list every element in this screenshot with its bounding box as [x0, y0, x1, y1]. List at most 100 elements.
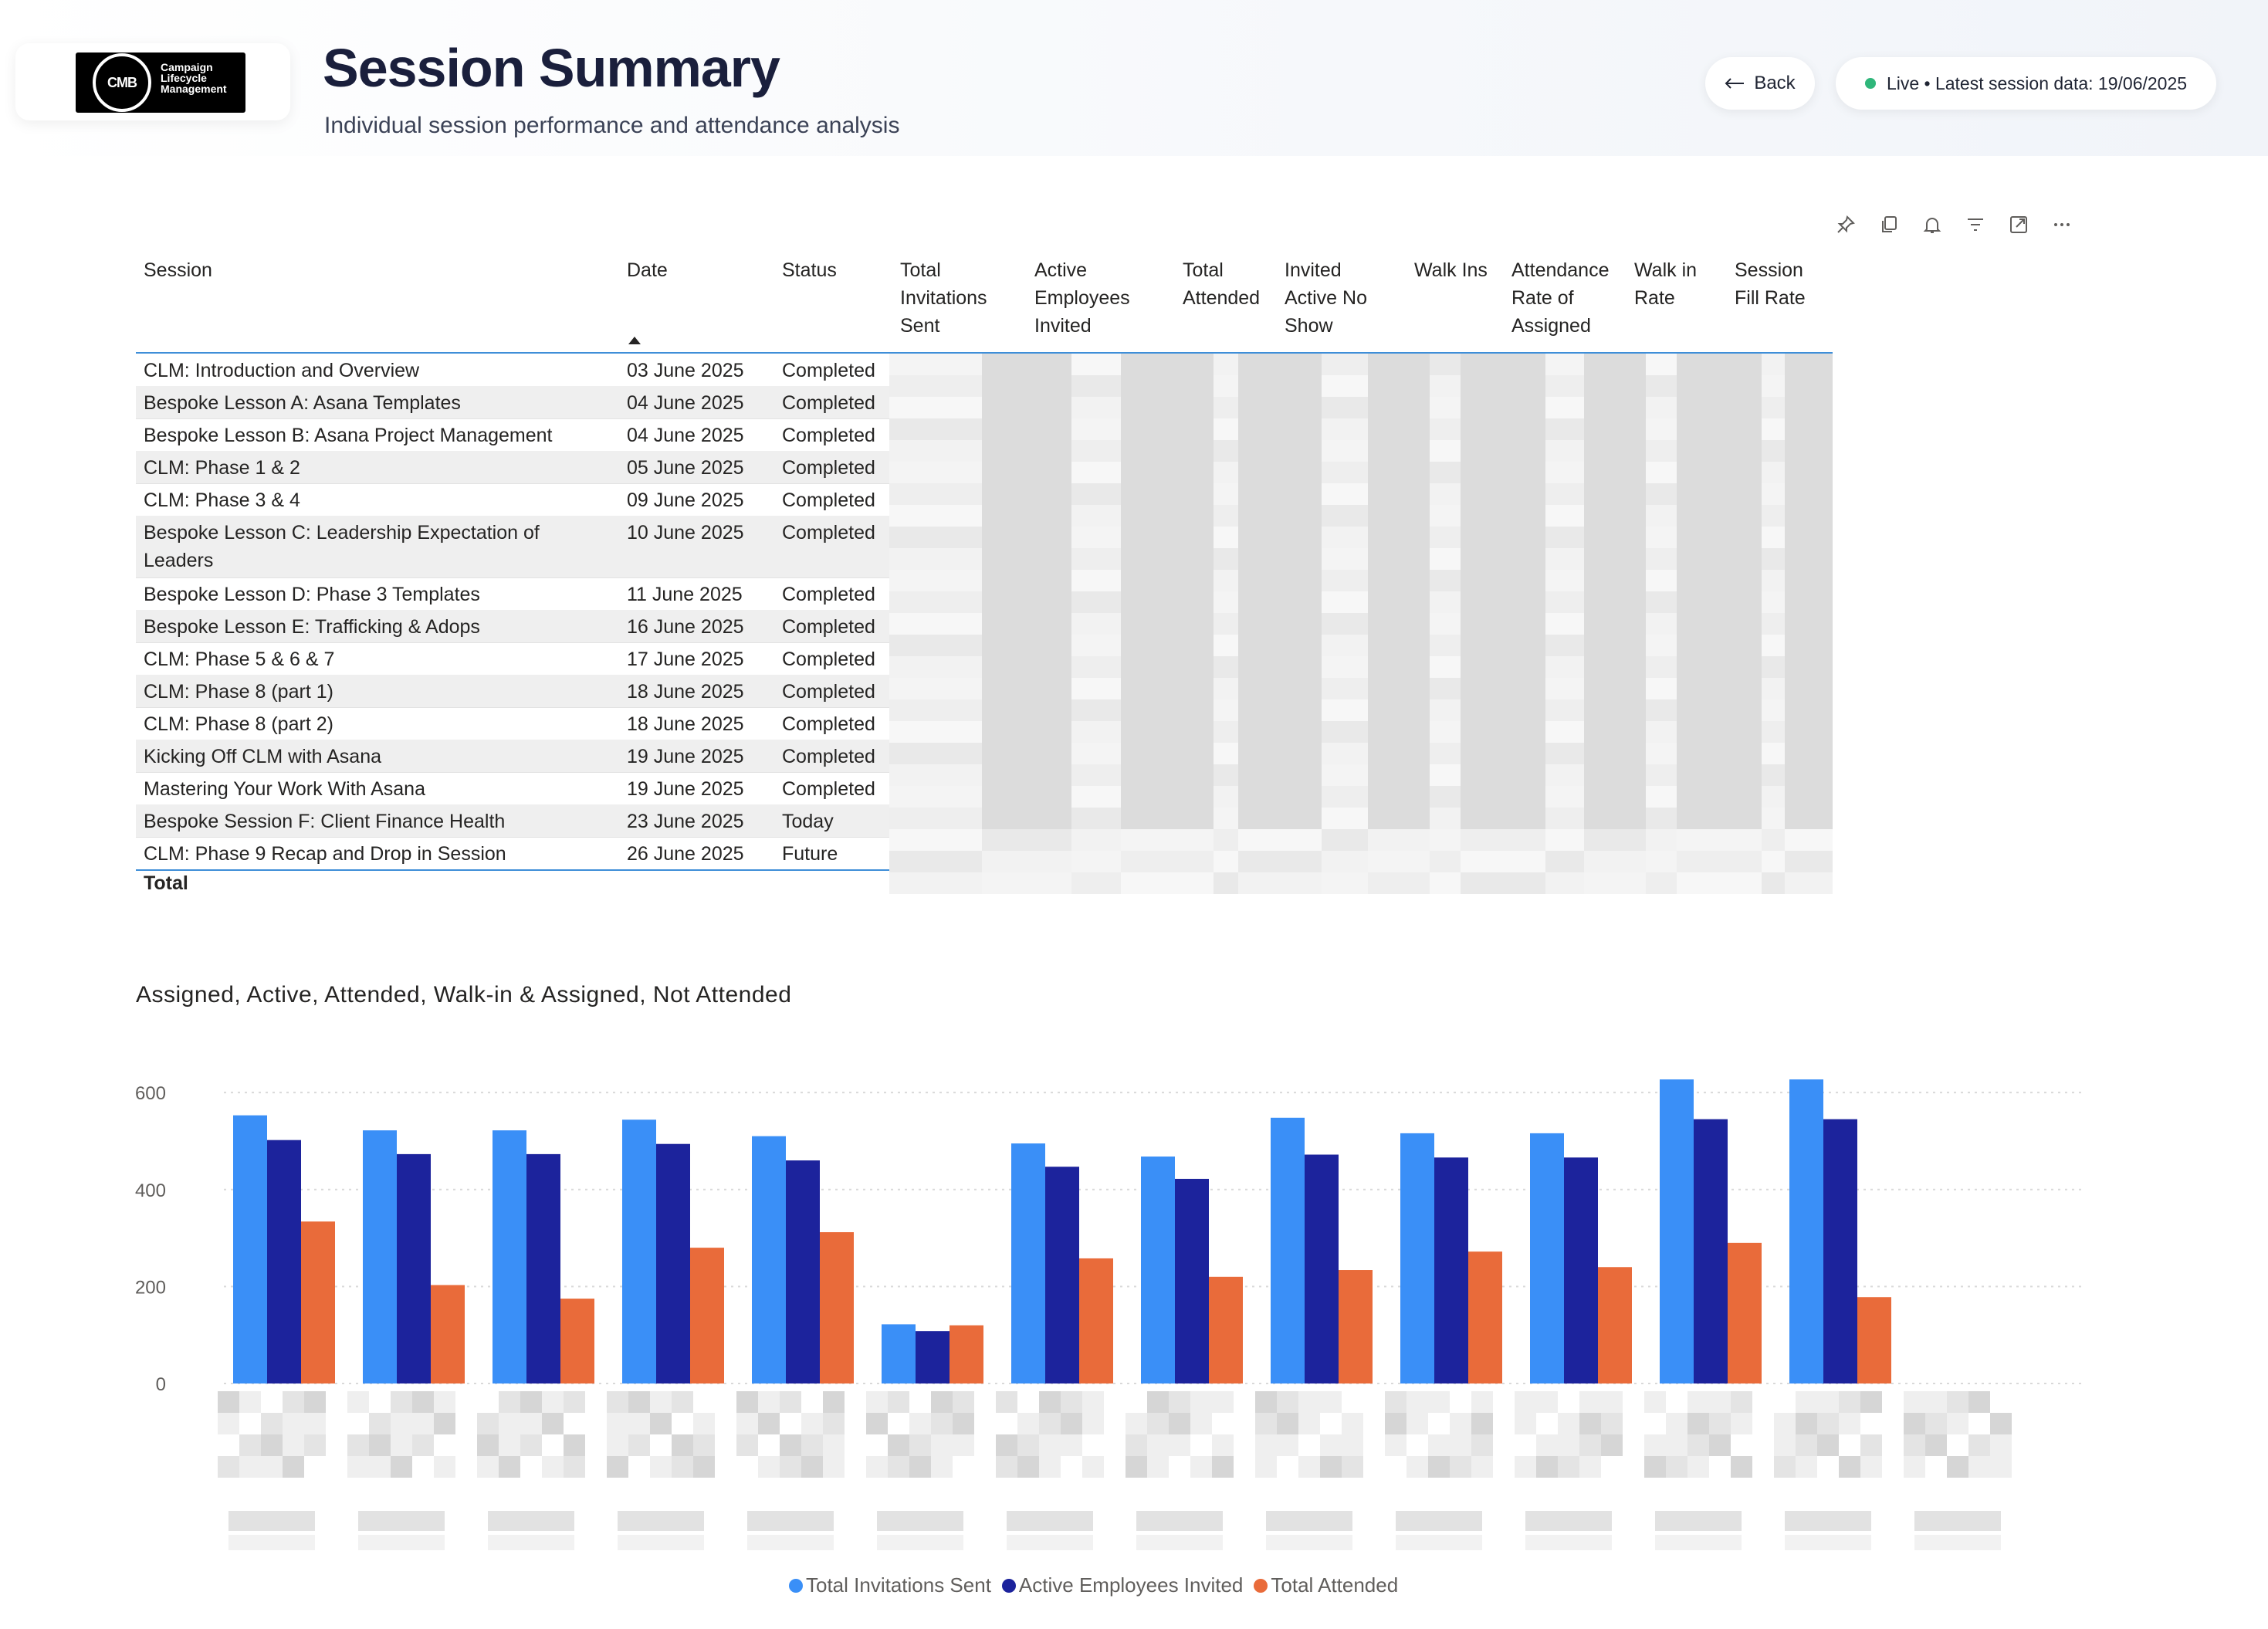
- column-header-total-invitations[interactable]: Total Invitations Sent: [900, 256, 987, 340]
- column-header-session[interactable]: Session: [144, 256, 212, 284]
- chart-bar[interactable]: [1045, 1167, 1079, 1383]
- legend-item-active[interactable]: Active Employees Invited: [1001, 1573, 1243, 1597]
- table-row[interactable]: Bespoke Lesson E: Trafficking & Adops 16 …: [136, 610, 908, 642]
- x-tick-label-redacted: [1687, 1456, 1709, 1478]
- redacted-cell: [1646, 808, 1677, 829]
- chart-bar[interactable]: [363, 1130, 397, 1383]
- legend-item-invitations[interactable]: Total Invitations Sent: [789, 1573, 991, 1597]
- bell-icon[interactable]: [1922, 215, 1942, 235]
- more-options-icon[interactable]: [2052, 215, 2072, 235]
- redacted-cell: [1762, 375, 1785, 397]
- table-row[interactable]: Mastering Your Work With Asana 19 June 20…: [136, 772, 908, 804]
- redacted-cell: [1214, 354, 1238, 375]
- redacted-cell: [982, 613, 1071, 635]
- redacted-cell: [1368, 418, 1430, 440]
- chart-bar[interactable]: [622, 1119, 656, 1383]
- table-row[interactable]: Kicking Off CLM with Asana 19 June 2025 Co…: [136, 740, 908, 772]
- chart-bar[interactable]: [1789, 1079, 1823, 1383]
- column-header-total-attended[interactable]: Total Attended: [1183, 256, 1260, 312]
- focus-mode-icon[interactable]: [2009, 215, 2029, 235]
- chart-bar[interactable]: [1728, 1242, 1762, 1383]
- chart-bar[interactable]: [656, 1143, 690, 1383]
- redacted-cell: [1238, 786, 1322, 808]
- x-tick-label-redacted: [1266, 1511, 1352, 1531]
- chart-bar[interactable]: [1564, 1157, 1598, 1383]
- chart-bar[interactable]: [1857, 1297, 1891, 1383]
- x-tick-label-redacted: [823, 1391, 845, 1413]
- redacted-cell: [1762, 613, 1785, 635]
- cell-status: Completed: [782, 746, 875, 767]
- table-row[interactable]: CLM: Phase 8 (part 2) 18 June 2025 Complet…: [136, 707, 908, 740]
- chart-bar[interactable]: [267, 1140, 301, 1383]
- x-tick-label-redacted: [1655, 1511, 1742, 1531]
- redacted-cell: [1461, 548, 1545, 570]
- table-row[interactable]: CLM: Phase 1 & 2 05 June 2025 Completed: [136, 451, 908, 483]
- column-header-active-invited[interactable]: Active Employees Invited: [1034, 256, 1130, 340]
- chart-bar[interactable]: [1400, 1133, 1434, 1383]
- chart-bar[interactable]: [1079, 1258, 1113, 1383]
- chart-bar[interactable]: [690, 1248, 724, 1383]
- chart-bar[interactable]: [786, 1160, 820, 1383]
- redacted-cell: [1430, 678, 1461, 699]
- table-row[interactable]: CLM: Introduction and Overview 03 June 20…: [136, 354, 908, 386]
- table-row[interactable]: CLM: Phase 3 & 4 09 June 2025 Completed: [136, 483, 908, 516]
- chart-bar[interactable]: [397, 1153, 431, 1383]
- chart-bar[interactable]: [1823, 1119, 1857, 1383]
- back-button[interactable]: Back: [1705, 57, 1815, 110]
- table-row[interactable]: Bespoke Lesson A: Asana Templates 04 June…: [136, 386, 908, 418]
- table-row[interactable]: Bespoke Lesson C: Leadership Expectation…: [136, 516, 908, 577]
- chart-bar[interactable]: [1175, 1178, 1209, 1383]
- redacted-cell: [1461, 397, 1545, 418]
- column-header-walk-in-rate[interactable]: Walk in Rate: [1634, 256, 1697, 312]
- chart-bar[interactable]: [820, 1232, 854, 1383]
- chart-bar[interactable]: [1660, 1079, 1694, 1383]
- chart-bar[interactable]: [1434, 1157, 1468, 1383]
- table-row[interactable]: CLM: Phase 5 & 6 & 7 17 June 2025 Complete…: [136, 642, 908, 675]
- table-row[interactable]: CLM: Phase 9 Recap and Drop in Session 26…: [136, 837, 908, 869]
- chart-bar[interactable]: [882, 1324, 916, 1383]
- filter-icon[interactable]: [1965, 215, 1985, 235]
- redacted-cell: [889, 829, 982, 851]
- redacted-cell: [1646, 375, 1677, 397]
- chart-bar[interactable]: [560, 1299, 594, 1383]
- redacted-cell: [1430, 570, 1461, 591]
- column-header-fill-rate[interactable]: Session Fill Rate: [1735, 256, 1806, 312]
- table-row[interactable]: Bespoke Lesson D: Phase 3 Templates 11 Ju…: [136, 577, 908, 610]
- y-tick-label: 400: [135, 1180, 166, 1201]
- redacted-cell: [889, 570, 982, 591]
- pin-icon[interactable]: [1836, 215, 1856, 235]
- column-header-status[interactable]: Status: [782, 256, 837, 284]
- chart-bar[interactable]: [1339, 1270, 1373, 1383]
- chart-bar[interactable]: [431, 1285, 465, 1383]
- chart-bar[interactable]: [1011, 1143, 1045, 1383]
- chart-bar[interactable]: [1209, 1276, 1243, 1383]
- x-tick-label-redacted: [1904, 1391, 1925, 1413]
- column-header-date[interactable]: Date: [627, 256, 668, 284]
- chart-bar[interactable]: [1305, 1154, 1339, 1383]
- chart-bar[interactable]: [1694, 1119, 1728, 1383]
- chart-bar[interactable]: [1598, 1267, 1632, 1383]
- chart-bar[interactable]: [233, 1115, 267, 1383]
- cell-status: Completed: [782, 681, 875, 703]
- column-header-no-show[interactable]: Invited Active No Show: [1285, 256, 1367, 340]
- table-row[interactable]: Bespoke Lesson B: Asana Project Manageme…: [136, 418, 908, 451]
- chart-bar[interactable]: [1271, 1117, 1305, 1383]
- chart-bar[interactable]: [752, 1136, 786, 1383]
- x-tick-label-redacted: [1774, 1434, 1796, 1456]
- legend-item-attended[interactable]: Total Attended: [1254, 1573, 1398, 1597]
- chart-bar[interactable]: [1530, 1133, 1564, 1383]
- chart-bar[interactable]: [526, 1153, 560, 1383]
- chart-bar[interactable]: [916, 1331, 950, 1383]
- table-row[interactable]: Bespoke Session F: Client Finance Health…: [136, 804, 908, 837]
- redacted-cell: [1071, 375, 1121, 397]
- table-row[interactable]: CLM: Phase 8 (part 1) 18 June 2025 Complet…: [136, 675, 908, 707]
- chart-bar[interactable]: [1468, 1251, 1502, 1383]
- chart-bar[interactable]: [301, 1221, 335, 1383]
- copy-icon[interactable]: [1879, 215, 1899, 235]
- chart-bar[interactable]: [493, 1130, 526, 1383]
- chart-bar[interactable]: [950, 1325, 983, 1383]
- chart-bar[interactable]: [1141, 1157, 1175, 1383]
- column-header-attendance-rate[interactable]: Attendance Rate of Assigned: [1511, 256, 1610, 340]
- redacted-cell: [889, 354, 982, 375]
- column-header-walk-ins[interactable]: Walk Ins: [1414, 256, 1488, 284]
